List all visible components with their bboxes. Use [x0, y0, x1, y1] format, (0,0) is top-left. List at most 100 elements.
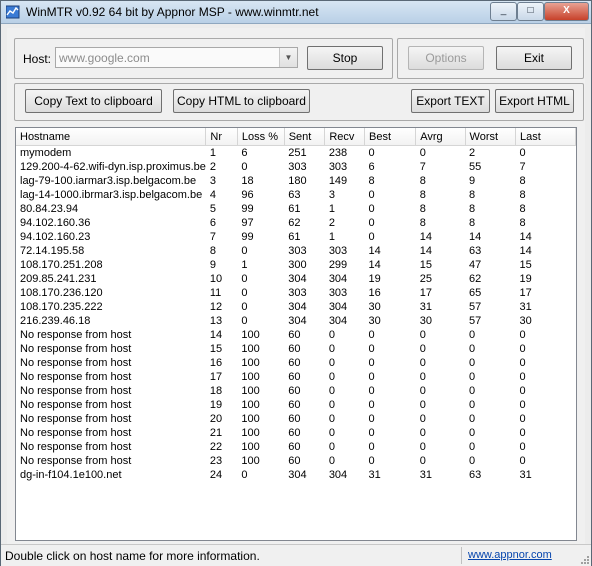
- column-header-hostname[interactable]: Hostname: [16, 128, 207, 146]
- cell-hostname[interactable]: No response from host: [16, 412, 206, 426]
- cell-nr: 2: [209, 161, 216, 173]
- cell-worst: 62: [469, 273, 482, 285]
- column-header-avrg[interactable]: Avrg: [415, 128, 466, 146]
- table-row[interactable]: dg-in-f104.1e100.net 24 0 304 304 31 31 63 31: [16, 468, 576, 482]
- cell-hostname[interactable]: 94.102.160.36: [16, 216, 206, 230]
- cell-best: 0: [368, 203, 375, 215]
- cell-hostname[interactable]: 108.170.251.208: [16, 258, 206, 272]
- exit-button[interactable]: Exit: [496, 46, 572, 70]
- cell-nr: 7: [209, 231, 216, 243]
- cell-hostname[interactable]: 216.239.46.18: [16, 314, 206, 328]
- table-row[interactable]: No response from host 19 100 60 0 0 0 0 0: [16, 398, 576, 412]
- table-row[interactable]: 108.170.236.120 11 0 303 303 16 17 65 17: [16, 286, 576, 300]
- cell-hostname[interactable]: 129.200-4-62.wifi-dyn.isp.proximus.be: [16, 160, 206, 174]
- table-row[interactable]: 108.170.251.208 9 1 300 299 14 15 47 15: [16, 258, 576, 272]
- chevron-down-icon[interactable]: ▼: [279, 48, 297, 67]
- cell-nr: 6: [209, 217, 216, 229]
- cell-hostname[interactable]: mymodem: [16, 146, 206, 161]
- cell-recv: 304: [328, 273, 348, 285]
- cell-worst: 9: [469, 175, 476, 187]
- table-row[interactable]: 94.102.160.36 6 97 62 2 0 8 8 8: [16, 216, 576, 230]
- cell-worst: 0: [469, 455, 476, 467]
- table-row[interactable]: No response from host 23 100 60 0 0 0 0 0: [16, 454, 576, 468]
- column-header-best[interactable]: Best: [364, 128, 417, 146]
- table-row[interactable]: lag-79-100.iarmar3.isp.belgacom.be 3 18 180…: [16, 174, 576, 188]
- host-input[interactable]: [58, 49, 281, 66]
- cell-hostname[interactable]: 108.170.235.222: [16, 300, 206, 314]
- title-bar[interactable]: WinMTR v0.92 64 bit by Appnor MSP - www.…: [1, 1, 591, 24]
- cell-hostname[interactable]: No response from host: [16, 454, 206, 468]
- column-header-nr[interactable]: Nr: [205, 128, 238, 146]
- cell-hostname[interactable]: No response from host: [16, 356, 206, 370]
- cell-hostname[interactable]: lag-14-1000.ibrmar3.isp.belgacom.be: [16, 188, 206, 202]
- table-row[interactable]: 94.102.160.23 7 99 61 1 0 14 14 14: [16, 230, 576, 244]
- status-bar: Double click on host name for more infor…: [1, 544, 591, 566]
- export-text-button[interactable]: Export TEXT: [411, 89, 490, 113]
- copy-text-button[interactable]: Copy Text to clipboard: [25, 89, 162, 113]
- cell-sent: 300: [288, 259, 307, 271]
- cell-loss: 1: [241, 259, 248, 271]
- cell-hostname[interactable]: No response from host: [16, 328, 206, 342]
- stop-button[interactable]: Stop: [307, 46, 383, 70]
- table-row[interactable]: 209.85.241.231 10 0 304 304 19 25 62 19: [16, 272, 576, 286]
- cell-recv: 0: [328, 441, 335, 453]
- table-row[interactable]: No response from host 20 100 60 0 0 0 0 0: [16, 412, 576, 426]
- minimize-button[interactable]: _: [490, 2, 517, 21]
- table-row[interactable]: 108.170.235.222 12 0 304 304 30 31 57 31: [16, 300, 576, 314]
- cell-hostname[interactable]: No response from host: [16, 426, 206, 440]
- restore-button[interactable]: □: [517, 2, 544, 21]
- column-header-loss[interactable]: Loss %: [237, 128, 285, 146]
- cell-hostname[interactable]: No response from host: [16, 384, 206, 398]
- options-button[interactable]: Options: [408, 46, 484, 70]
- cell-sent: 60: [288, 413, 301, 425]
- table-row[interactable]: lag-14-1000.ibrmar3.isp.belgacom.be 4 96 63…: [16, 188, 576, 202]
- cell-avrg: 8: [419, 175, 426, 187]
- appnor-link[interactable]: www.appnor.com: [468, 549, 552, 561]
- table-row[interactable]: No response from host 17 100 60 0 0 0 0 0: [16, 370, 576, 384]
- cell-hostname[interactable]: No response from host: [16, 440, 206, 454]
- column-header-last[interactable]: Last: [515, 128, 576, 146]
- cell-hostname[interactable]: 80.84.23.94: [16, 202, 206, 216]
- host-combobox[interactable]: ▼: [55, 47, 298, 68]
- column-header-worst[interactable]: Worst: [465, 128, 517, 146]
- table-row[interactable]: 216.239.46.18 13 0 304 304 30 30 57 30: [16, 314, 576, 328]
- cell-last: 14: [519, 245, 532, 257]
- cell-best: 0: [368, 399, 375, 411]
- cell-hostname[interactable]: dg-in-f104.1e100.net: [16, 468, 206, 482]
- cell-hostname[interactable]: No response from host: [16, 370, 206, 384]
- export-html-button[interactable]: Export HTML: [495, 89, 574, 113]
- cell-hostname[interactable]: 72.14.195.58: [16, 244, 206, 258]
- table-row[interactable]: 72.14.195.58 8 0 303 303 14 14 63 14: [16, 244, 576, 258]
- cell-recv: 299: [328, 259, 348, 271]
- cell-worst: 14: [469, 231, 482, 243]
- cell-best: 0: [368, 413, 375, 425]
- table-row[interactable]: No response from host 14 100 60 0 0 0 0 0: [16, 328, 576, 342]
- column-header-sent[interactable]: Sent: [284, 128, 326, 146]
- cell-hostname[interactable]: lag-79-100.iarmar3.isp.belgacom.be: [16, 174, 206, 188]
- close-button[interactable]: X: [544, 2, 589, 21]
- cell-sent: 60: [288, 455, 301, 467]
- cell-last: 31: [519, 301, 532, 313]
- table-row[interactable]: No response from host 16 100 60 0 0 0 0 0: [16, 356, 576, 370]
- table-row[interactable]: No response from host 22 100 60 0 0 0 0 0: [16, 440, 576, 454]
- cell-worst: 0: [469, 427, 476, 439]
- table-row[interactable]: 80.84.23.94 5 99 61 1 0 8 8 8: [16, 202, 576, 216]
- table-row[interactable]: No response from host 21 100 60 0 0 0 0 0: [16, 426, 576, 440]
- cell-best: 31: [368, 469, 381, 481]
- cell-last: 0: [519, 371, 526, 383]
- cell-hostname[interactable]: No response from host: [16, 398, 206, 412]
- cell-hostname[interactable]: 108.170.236.120: [16, 286, 206, 300]
- cell-recv: 303: [328, 287, 348, 299]
- table-row[interactable]: 129.200-4-62.wifi-dyn.isp.proximus.be 2 0 3…: [16, 160, 576, 174]
- cell-hostname[interactable]: 94.102.160.23: [16, 230, 206, 244]
- column-header-recv[interactable]: Recv: [324, 128, 365, 146]
- cell-nr: 17: [209, 371, 223, 383]
- resize-grip-icon[interactable]: [579, 554, 589, 564]
- table-row[interactable]: No response from host 18 100 60 0 0 0 0 0: [16, 384, 576, 398]
- table-row[interactable]: mymodem 1 6 251 238 0 0 2 0: [16, 146, 576, 161]
- cell-hostname[interactable]: No response from host: [16, 342, 206, 356]
- copy-html-button[interactable]: Copy HTML to clipboard: [173, 89, 310, 113]
- results-table[interactable]: Hostname Nr Loss % Sent Recv Best Avrg W…: [15, 127, 577, 541]
- table-row[interactable]: No response from host 15 100 60 0 0 0 0 0: [16, 342, 576, 356]
- cell-hostname[interactable]: 209.85.241.231: [16, 272, 206, 286]
